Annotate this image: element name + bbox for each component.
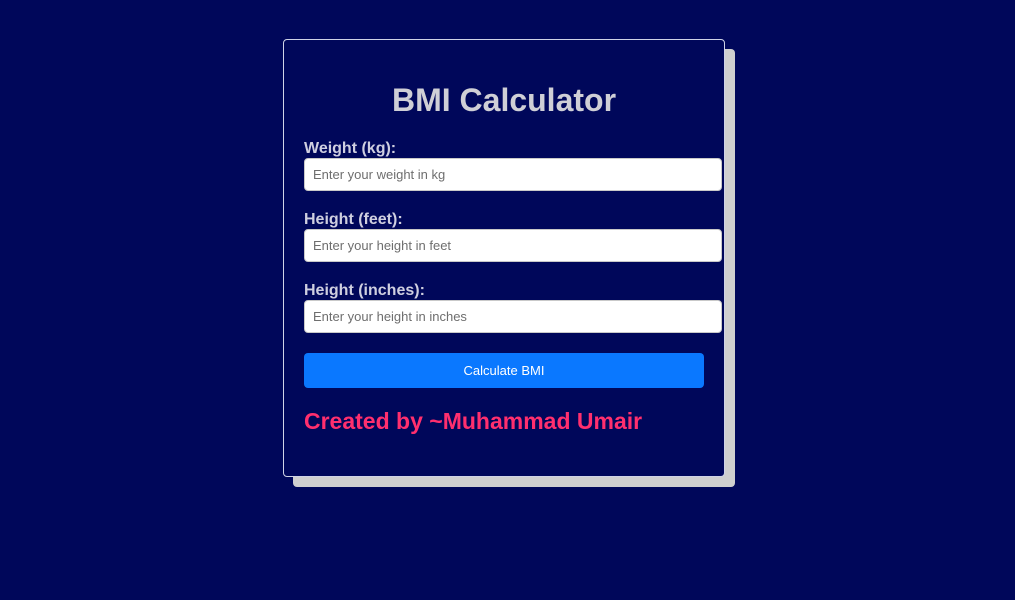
bmi-card: BMI Calculator Weight (kg): Height (feet… bbox=[283, 39, 725, 477]
calculate-bmi-button[interactable]: Calculate BMI bbox=[304, 353, 704, 388]
page-title: BMI Calculator bbox=[391, 82, 617, 118]
height-inches-input[interactable] bbox=[304, 300, 722, 333]
bmi-card-container: BMI Calculator Weight (kg): Height (feet… bbox=[283, 39, 735, 487]
weight-input[interactable] bbox=[304, 158, 722, 191]
height-feet-label: Height (feet): bbox=[304, 211, 403, 228]
height-inches-label: Height (inches): bbox=[304, 282, 425, 299]
credit-text: Created by ~Muhammad Umair bbox=[304, 408, 643, 434]
height-feet-input[interactable] bbox=[304, 229, 722, 262]
weight-label: Weight (kg): bbox=[304, 140, 397, 157]
